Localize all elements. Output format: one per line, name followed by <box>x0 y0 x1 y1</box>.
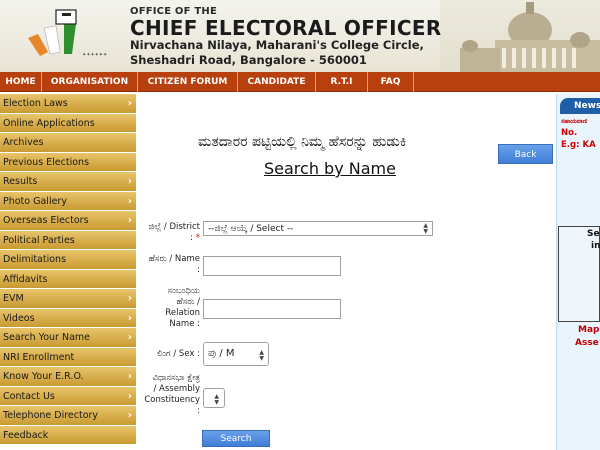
chevron-right-icon: › <box>127 176 132 187</box>
sidebar-item[interactable]: Videos › <box>0 308 136 328</box>
relation-name-label: ಸಂಬಂಧಿಯ ಹೆಸರು / Relation Name : <box>165 286 200 329</box>
district-label: ಜಿಲ್ಲೆ / District : * <box>148 222 200 243</box>
search-info-line-1: Se <box>587 229 600 239</box>
sidebar-item[interactable]: EVM › <box>0 289 136 309</box>
assembly-constituency-select[interactable]: ▲ ▼ <box>203 388 225 408</box>
select-spinner-icon: ▲ ▼ <box>259 349 264 362</box>
sidebar-item[interactable]: Delimitations <box>0 250 136 270</box>
sidebar-item[interactable]: Search Your Name › <box>0 328 136 348</box>
sidebar-item[interactable]: Online Applications <box>0 113 136 133</box>
nav-candidate[interactable]: CANDIDATE <box>238 71 316 92</box>
header-address-line1: Nirvachana Nilaya, Maharani's College Ci… <box>130 38 424 52</box>
header-address-line2: Sheshadri Road, Bangalore - 560001 <box>130 53 367 67</box>
sidebar-item[interactable]: Overseas Electors › <box>0 211 136 231</box>
name-input[interactable] <box>203 256 341 276</box>
news-line-0: ಸಹಾಯವಾಣಿ <box>561 118 588 125</box>
vidhana-soudha-image <box>440 0 600 72</box>
sidebar-item-label: Delimitations <box>3 254 67 265</box>
sex-label: ಲಿಂಗ / Sex : <box>156 349 200 359</box>
site-header: ✦✦✦✦✦✦ OFFICE OF THE CHIEF ELECTORAL OFF… <box>0 0 600 72</box>
chevron-right-icon: › <box>127 215 132 226</box>
chevron-right-icon: › <box>127 390 132 402</box>
sidebar-item-label: Results <box>3 176 38 187</box>
news-line-1: No. <box>561 128 578 138</box>
district-select-value: --ಜಿಲ್ಲೆ ಆಯ್ಕೆ / Select -- <box>208 224 294 234</box>
sidebar-item-label: Online Applications <box>3 117 95 129</box>
main-nav: HOME ORGANISATION CITIZEN FORUM CANDIDAT… <box>0 71 600 92</box>
sidebar-item-label: Search Your Name <box>3 332 90 343</box>
chevron-right-icon: › <box>127 410 132 421</box>
sidebar-menu: Election Laws › Online Applications Archive… <box>0 94 136 445</box>
sidebar-item[interactable]: Contact Us › <box>0 386 136 406</box>
nav-organisation[interactable]: ORGANISATION <box>42 71 138 92</box>
election-commission-logo: ✦✦✦✦✦✦ <box>28 9 107 58</box>
sidebar-item[interactable]: Archives <box>0 133 136 153</box>
sidebar-item[interactable]: Election Laws › <box>0 94 136 114</box>
chevron-right-icon: › <box>127 332 132 343</box>
search-button[interactable]: Search <box>202 430 270 447</box>
sidebar-item-label: Feedback <box>3 429 49 441</box>
sex-select[interactable]: ಪು / M ▲ ▼ <box>203 342 269 366</box>
relation-name-input[interactable] <box>203 299 341 319</box>
nav-rti[interactable]: R.T.I <box>316 71 368 92</box>
chevron-right-icon: › <box>127 371 132 382</box>
sidebar-item-label: Previous Elections <box>3 156 90 168</box>
news-line-2: E.g: KA <box>561 140 596 150</box>
sidebar-item[interactable]: Telephone Directory › <box>0 406 136 426</box>
svg-text:✦✦✦✦✦✦: ✦✦✦✦✦✦ <box>82 52 107 58</box>
chevron-right-icon: › <box>127 293 132 304</box>
back-button[interactable]: Back <box>498 144 553 164</box>
sidebar-item[interactable]: Photo Gallery › <box>0 191 136 211</box>
sidebar-item-label: Contact Us <box>3 390 55 402</box>
sidebar-item-label: Know Your E.R.O. <box>3 371 84 382</box>
map-link-line-1[interactable]: Map <box>578 325 599 335</box>
sidebar-item[interactable]: Affidavits <box>0 269 136 289</box>
news-tab[interactable]: News <box>560 98 600 114</box>
sidebar-item-label: EVM <box>3 293 24 304</box>
sidebar-item-label: Election Laws <box>3 98 68 109</box>
sidebar-item[interactable]: NRI Enrollment <box>0 347 136 367</box>
sidebar-item[interactable]: Political Parties <box>0 230 136 250</box>
sidebar-item-label: NRI Enrollment <box>3 351 75 363</box>
sidebar-item-label: Overseas Electors <box>3 215 89 226</box>
search-info-line-2: in <box>591 241 600 251</box>
nav-faq[interactable]: FAQ <box>368 71 414 92</box>
sidebar-item-label: Photo Gallery <box>3 195 67 207</box>
district-select[interactable]: --ಜಿಲ್ಲೆ ಆಯ್ಕೆ / Select -- ▲ ▼ <box>203 221 433 236</box>
page-title-kannada: ಮತದಾರರ ಪಟ್ಟಿಯಲ್ಲಿ ನಿಮ್ಮ ಹೆಸರನ್ನು ಹುಡುಕಿ <box>198 134 407 150</box>
page-root: ✦✦✦✦✦✦ OFFICE OF THE CHIEF ELECTORAL OFF… <box>0 0 600 450</box>
sidebar-item-label: Political Parties <box>3 234 75 246</box>
sidebar-item-label: Affidavits <box>3 273 48 285</box>
select-spinner-icon: ▲ ▼ <box>423 222 428 235</box>
assembly-constituency-label: ವಿಧಾನಸಭಾ ಕ್ಷೇತ್ರ / Assembly Constituency… <box>144 373 200 416</box>
select-spinner-icon: ▲ ▼ <box>214 393 219 406</box>
sidebar-item[interactable]: Know Your E.R.O. › <box>0 367 136 387</box>
header-title: CHIEF ELECTORAL OFFICER <box>130 16 442 40</box>
sex-select-value: ಪು / M <box>208 348 235 359</box>
sidebar-item-label: Videos <box>3 312 35 324</box>
nav-citizen-forum[interactable]: CITIZEN FORUM <box>138 71 238 92</box>
sidebar-item-label: Archives <box>3 137 44 148</box>
chevron-right-icon: › <box>127 195 132 207</box>
nav-home[interactable]: HOME <box>0 71 42 92</box>
chevron-right-icon: › <box>127 98 132 109</box>
required-mark: * <box>195 233 200 243</box>
sidebar-item[interactable]: Results › <box>0 172 136 192</box>
name-label: ಹೆಸರು / Name : <box>148 254 200 275</box>
page-title: Search by Name <box>264 159 396 178</box>
chevron-right-icon: › <box>127 312 132 324</box>
sidebar-item[interactable]: Previous Elections <box>0 152 136 172</box>
map-link-line-2[interactable]: Asse <box>575 338 599 348</box>
sidebar-item[interactable]: Feedback <box>0 425 136 445</box>
sidebar-item-label: Telephone Directory <box>3 410 99 421</box>
